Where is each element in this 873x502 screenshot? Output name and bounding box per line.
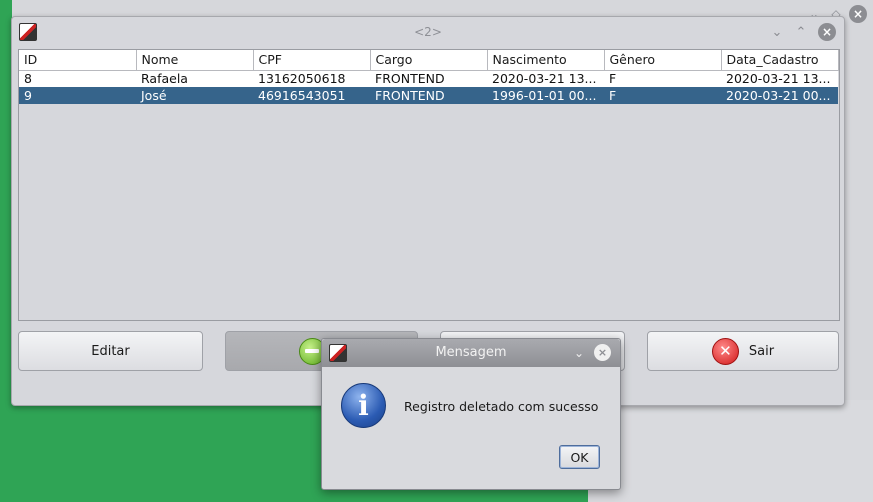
cell-id: 8: [19, 70, 136, 87]
cell-nascimento: 1996-01-01 00...: [487, 87, 604, 104]
column-header-id[interactable]: ID: [19, 50, 137, 71]
close-icon[interactable]: ×: [849, 5, 867, 23]
cell-cargo: FRONTEND: [370, 70, 487, 87]
ok-button-label: OK: [570, 449, 589, 465]
message-dialog: Mensagem ⌄ × i Registro deletado com suc…: [321, 338, 621, 490]
column-header-cargo[interactable]: Cargo: [370, 50, 488, 71]
cell-nome: Rafaela: [136, 70, 253, 87]
dialog-window-controls: ⌄ ×: [574, 344, 611, 361]
column-header-nome[interactable]: Nome: [136, 50, 254, 71]
cell-data-cadastro: 2020-03-21 13...: [721, 70, 838, 87]
close-icon[interactable]: ×: [594, 344, 611, 361]
frame-window-controls: ⌄ ⌃ ×: [770, 23, 836, 41]
sair-button-label: Sair: [748, 343, 775, 359]
editar-button[interactable]: Editar: [18, 331, 203, 371]
cell-genero: F: [604, 87, 721, 104]
maximize-icon[interactable]: ⌃: [794, 25, 808, 40]
column-header-nascimento[interactable]: Nascimento: [487, 50, 605, 71]
minimize-icon[interactable]: ⌄: [574, 346, 584, 360]
column-header-cpf[interactable]: CPF: [253, 50, 371, 71]
close-icon[interactable]: ×: [818, 23, 836, 41]
frame-title: <2>: [414, 25, 442, 39]
cell-cpf: 46916543051: [253, 87, 370, 104]
employee-table[interactable]: ID Nome CPF Cargo Nascimento Gênero Data…: [18, 49, 840, 321]
info-icon: i: [341, 383, 386, 428]
table-header: ID Nome CPF Cargo Nascimento Gênero Data…: [19, 50, 839, 71]
cell-cpf: 13162050618: [253, 70, 370, 87]
minimize-icon[interactable]: ⌄: [770, 25, 784, 40]
ok-button[interactable]: OK: [559, 445, 600, 469]
cell-nascimento: 2020-03-21 13...: [487, 70, 604, 87]
cell-id: 9: [19, 87, 136, 104]
exit-icon: ✕: [711, 337, 739, 365]
cell-cargo: FRONTEND: [370, 87, 487, 104]
cell-nome: José: [136, 87, 253, 104]
dialog-message: Registro deletado com sucesso: [404, 399, 599, 414]
column-header-genero[interactable]: Gênero: [604, 50, 722, 71]
cell-genero: F: [604, 70, 721, 87]
frame-titlebar[interactable]: <2> ⌄ ⌃ ×: [12, 17, 844, 47]
dialog-titlebar[interactable]: Mensagem ⌄ ×: [322, 339, 620, 367]
column-header-data-cadastro[interactable]: Data_Cadastro: [721, 50, 839, 71]
sair-button[interactable]: ✕ Sair: [647, 331, 839, 371]
cell-data-cadastro: 2020-03-21 00...: [721, 87, 838, 104]
table-row-selected[interactable]: 9 José 46916543051 FRONTEND 1996-01-01 0…: [19, 87, 838, 104]
table-row[interactable]: 8 Rafaela 13162050618 FRONTEND 2020-03-2…: [19, 70, 838, 87]
editar-button-label: Editar: [91, 343, 130, 359]
